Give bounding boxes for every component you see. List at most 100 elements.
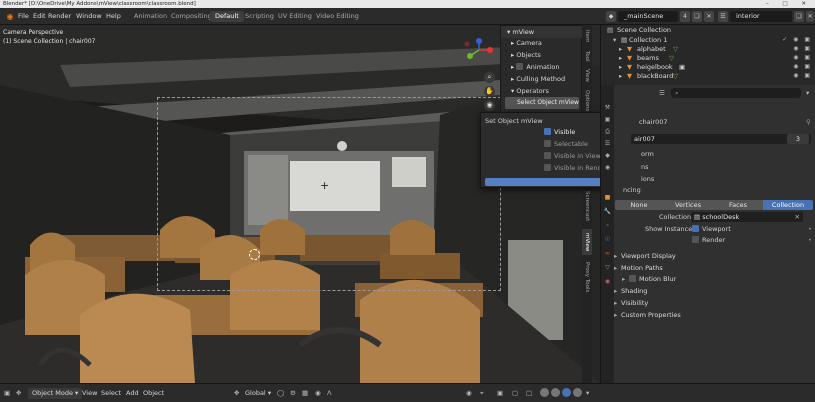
section-visibility[interactable]: Visibility bbox=[614, 298, 648, 308]
camera-view-icon[interactable]: ◉ bbox=[484, 100, 495, 111]
visible-in-render-checkbox[interactable] bbox=[544, 164, 551, 171]
falloff-icon[interactable]: Λ bbox=[327, 388, 331, 399]
scene-tab-icon[interactable]: ◆ bbox=[603, 151, 612, 160]
instancing-faces-button[interactable]: Faces bbox=[713, 200, 763, 210]
visibility-icon[interactable]: ◉ bbox=[466, 388, 472, 399]
output-tab-icon[interactable]: ⎙ bbox=[603, 127, 612, 136]
select-object-mview-button[interactable]: Select Object mView bbox=[505, 97, 579, 109]
outliner-row[interactable]: ▾ ▤ Collection 1 ✓ ◉ ▣ bbox=[601, 36, 815, 44]
gizmo-toggle-icon[interactable]: ⌖ bbox=[480, 388, 484, 399]
physics-tab-icon[interactable]: ☉ bbox=[603, 235, 612, 244]
constraints-tab-icon[interactable]: ∞ bbox=[603, 249, 612, 258]
duplicate-scene-icon[interactable]: ❏ bbox=[692, 11, 702, 22]
add-view-layer-icon[interactable]: ❏ bbox=[794, 11, 804, 22]
render-checkbox[interactable] bbox=[692, 236, 699, 243]
material-tab-icon[interactable]: ◉ bbox=[603, 277, 612, 286]
solid-shading-icon[interactable] bbox=[551, 388, 560, 397]
section-motion-blur[interactable]: Motion Blur bbox=[622, 274, 676, 284]
wireframe-shading-icon[interactable] bbox=[540, 388, 549, 397]
panel-animation[interactable]: ▸ Animation bbox=[511, 63, 559, 72]
motion-blur-checkbox[interactable] bbox=[629, 275, 636, 282]
menu-select[interactable]: Select bbox=[101, 388, 121, 399]
visibility-icons[interactable]: ◉ ▣ bbox=[793, 72, 812, 80]
menu-object[interactable]: Object bbox=[143, 388, 164, 399]
editor-type-icon[interactable]: ☰ bbox=[659, 89, 665, 97]
blender-logo-icon[interactable]: ◉ bbox=[4, 12, 16, 21]
menu-edit[interactable]: Edit bbox=[33, 12, 46, 21]
delete-scene-icon[interactable]: ✕ bbox=[704, 11, 714, 22]
section-shading[interactable]: Shading bbox=[614, 286, 648, 296]
menu-view[interactable]: View bbox=[82, 388, 97, 399]
expand-icon[interactable]: ▸ bbox=[619, 45, 622, 53]
object-tab-icon[interactable]: ■ bbox=[603, 193, 612, 202]
options-icon[interactable]: ▾ bbox=[806, 89, 809, 97]
outliner-row[interactable]: ▸ ▼ heigelbook ▣ ◉ ▣ bbox=[601, 63, 815, 71]
tab-default[interactable]: Default bbox=[210, 11, 244, 22]
visibility-icons[interactable]: ◉ ▣ bbox=[793, 63, 812, 71]
menu-window[interactable]: Window bbox=[76, 12, 102, 21]
section-motion-paths[interactable]: Motion Paths bbox=[614, 263, 663, 273]
tab-screencast[interactable]: Screencast bbox=[582, 185, 592, 227]
section-custom-properties[interactable]: Custom Properties bbox=[614, 310, 681, 320]
section-viewport-display[interactable]: Viewport Display bbox=[614, 251, 676, 261]
scene-name-field[interactable]: _mainScene bbox=[618, 11, 678, 22]
shading-options-icon[interactable]: ▾ bbox=[586, 388, 589, 399]
particles-tab-icon[interactable]: ∘ bbox=[603, 221, 612, 230]
outliner-row[interactable]: ▸ ▼ blackBoard ▽ ◉ ▣ bbox=[601, 72, 815, 80]
render-option[interactable]: Render bbox=[692, 236, 725, 244]
tab-view[interactable]: View bbox=[582, 67, 592, 85]
modifier-tab-icon[interactable]: 🔧 bbox=[603, 207, 612, 216]
tab-mview[interactable]: mView bbox=[582, 229, 592, 255]
move-tool-icon[interactable]: ✥ bbox=[16, 388, 21, 399]
tab-item[interactable]: Item bbox=[582, 27, 592, 45]
data-tab-icon[interactable]: ▽ bbox=[603, 263, 612, 272]
expand-icon[interactable]: ▸ bbox=[619, 54, 622, 62]
instancing-collection-button[interactable]: Collection bbox=[763, 200, 813, 210]
selectable-checkbox[interactable] bbox=[544, 140, 551, 147]
visibility-icons[interactable]: ◉ ▣ bbox=[793, 54, 812, 62]
pin-icon[interactable]: ⚲ bbox=[806, 118, 811, 126]
rendered-shading-icon[interactable] bbox=[573, 388, 582, 397]
menu-file[interactable]: File bbox=[18, 12, 29, 21]
zoom-icon[interactable]: ⌕ bbox=[484, 72, 495, 83]
viewport-option[interactable]: Viewport bbox=[692, 225, 731, 233]
pivot-icon[interactable]: ◯ bbox=[277, 388, 284, 399]
panel-camera[interactable]: ▸ Camera bbox=[511, 39, 542, 48]
menu-help[interactable]: Help bbox=[106, 12, 121, 21]
remove-view-layer-icon[interactable]: ✕ bbox=[806, 11, 814, 22]
object-mode-dropdown[interactable]: Object Mode ▾ bbox=[28, 388, 83, 399]
tool-tab-icon[interactable]: ⚒ bbox=[603, 103, 612, 112]
tab-tool[interactable]: Tool bbox=[582, 47, 592, 65]
panel-operators[interactable]: ▾ Operators bbox=[511, 87, 549, 96]
tab-options[interactable]: Options bbox=[582, 87, 592, 115]
expand-icon[interactable]: ▸ bbox=[619, 72, 622, 80]
viewport-checkbox[interactable] bbox=[692, 225, 699, 232]
expand-icon[interactable]: ▾ bbox=[613, 36, 616, 44]
menu-add[interactable]: Add bbox=[126, 388, 139, 399]
keyframe-dot-icon[interactable]: • bbox=[808, 225, 812, 233]
world-tab-icon[interactable]: ◉ bbox=[603, 163, 612, 172]
option-visible-in-render[interactable]: Visible in Render bbox=[544, 164, 608, 173]
panel-culling-method[interactable]: ▸ Culling Method bbox=[511, 75, 565, 84]
render-tab-icon[interactable]: ▣ bbox=[603, 115, 612, 124]
mview-panel-header[interactable]: ▾ mView bbox=[501, 26, 583, 38]
transform-orientation-dropdown[interactable]: Global ▾ bbox=[245, 388, 271, 399]
visible-checkbox[interactable] bbox=[544, 128, 551, 135]
proportional-editing-icon[interactable]: ◉ bbox=[315, 388, 321, 399]
window-controls[interactable]: – □ ✕ bbox=[766, 0, 812, 8]
visibility-icons[interactable]: ◉ ▣ bbox=[793, 45, 812, 53]
outliner-row[interactable]: ▸ ▼ beams ▽ ◉ ▣ bbox=[601, 54, 815, 62]
xray-icon[interactable]: □ bbox=[526, 388, 532, 399]
pan-hand-icon[interactable]: ✋ bbox=[484, 86, 495, 97]
outliner-row[interactable]: ▸ ▼ alphabet ▽ ◉ ▣ bbox=[601, 45, 815, 53]
overlay-toggle-icon[interactable]: ▣ bbox=[497, 388, 503, 399]
instancing-vertices-button[interactable]: Vertices bbox=[663, 200, 713, 210]
scene-icon[interactable]: ◆ bbox=[606, 11, 616, 22]
view-layer-icon[interactable]: ☰ bbox=[718, 11, 728, 22]
keyframe-dot-icon[interactable]: • bbox=[808, 236, 812, 244]
object-name-field[interactable]: air007 3 bbox=[631, 134, 811, 144]
snap-target-icon[interactable]: ▦ bbox=[302, 388, 308, 399]
navigation-gizmo-icon[interactable] bbox=[464, 38, 494, 62]
panel-objects[interactable]: ▸ Objects bbox=[511, 51, 541, 60]
expand-icon[interactable]: ▸ bbox=[619, 63, 622, 71]
